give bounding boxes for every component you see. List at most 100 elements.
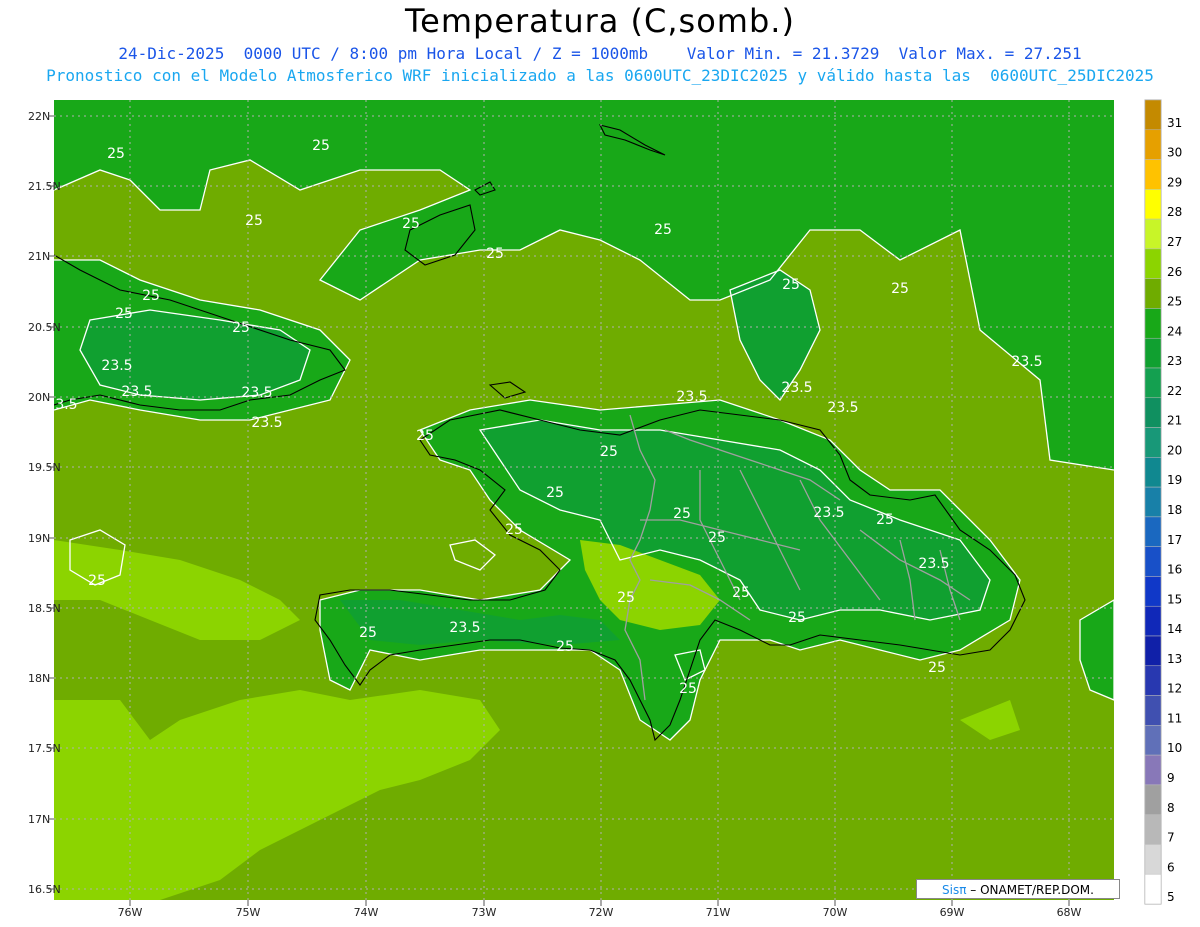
lon-tick-label: 68W <box>1057 906 1082 919</box>
contour-label: 25 <box>556 639 574 655</box>
lat-tick-label: 17N <box>28 813 50 826</box>
contour-label: 23.5 <box>676 389 707 405</box>
contour-label: 25 <box>245 213 263 229</box>
colorbar-label: 21 <box>1167 414 1182 428</box>
contour-label: 23.5 <box>918 556 949 572</box>
contour-label: 25 <box>928 660 946 676</box>
contour-label: 25 <box>107 146 125 162</box>
colorbar-swatch <box>1144 218 1162 250</box>
contour-label: 25 <box>115 306 133 322</box>
colorbar-label: 6 <box>1167 860 1175 874</box>
colorbar-swatch <box>1144 129 1162 160</box>
lat-tick-label: 20N <box>28 391 50 404</box>
contour-label: 25 <box>782 277 800 293</box>
colorbar-swatch <box>1144 397 1162 428</box>
temperature-field <box>54 100 1114 900</box>
contour-label: 25 <box>232 320 250 336</box>
lon-tick-label: 72W <box>589 906 614 919</box>
colorbar-label: 18 <box>1167 503 1182 517</box>
contour-label: 25 <box>546 485 564 501</box>
lat-tick-label: 16.5N <box>28 883 61 896</box>
colorbar-swatch <box>1144 278 1162 309</box>
contour-label: 25 <box>505 522 523 538</box>
contour-label: 25 <box>486 246 504 262</box>
colorbar: 31 30 29 28 27 26 25 24 23 22 21 20 19 18 17 16 15 14 13 12… <box>1144 99 1182 905</box>
colorbar-label: 12 <box>1167 682 1182 696</box>
contour-label: 25 <box>876 512 894 528</box>
contour-label: 23.5 <box>1011 354 1042 370</box>
colorbar-label: 17 <box>1167 533 1182 547</box>
colorbar-swatch <box>1144 665 1162 696</box>
colorbar-swatch <box>1144 844 1162 875</box>
colorbar-label: 19 <box>1167 473 1182 487</box>
colorbar-swatch <box>1144 635 1162 667</box>
lon-tick-label: 69W <box>940 906 965 919</box>
lat-tick-label: 18.5N <box>28 602 61 615</box>
colorbar-label: 11 <box>1167 711 1182 725</box>
colorbar-label: 9 <box>1167 771 1175 785</box>
colorbar-label: 14 <box>1167 622 1182 636</box>
contour-label: 23.5 <box>813 505 844 521</box>
colorbar-label: 28 <box>1167 205 1182 219</box>
lon-tick-label: 73W <box>472 906 497 919</box>
colorbar-label: 13 <box>1167 652 1182 666</box>
colorbar-swatch <box>1144 516 1162 547</box>
lat-tick-label: 21N <box>28 250 50 263</box>
colorbar-label: 31 <box>1167 116 1182 130</box>
colorbar-label: 7 <box>1167 831 1175 845</box>
colorbar-label: 25 <box>1167 295 1182 309</box>
longitude-axis: 76W 75W 74W 73W 72W 71W 70W 69W 68W <box>118 900 1082 919</box>
lat-tick-label: 22N <box>28 110 50 123</box>
colorbar-swatch <box>1144 576 1162 607</box>
contour-label: 23.5 <box>449 620 480 636</box>
contour-label: 25 <box>673 506 691 522</box>
colorbar-swatch <box>1144 605 1162 637</box>
lon-tick-label: 75W <box>236 906 261 919</box>
lat-tick-label: 20.5N <box>28 321 61 334</box>
colorbar-swatch <box>1144 725 1162 756</box>
colorbar-swatch <box>1144 873 1162 905</box>
contour-label: 25 <box>402 216 420 232</box>
colorbar-swatch <box>1144 546 1162 577</box>
lon-tick-label: 70W <box>823 906 848 919</box>
colorbar-swatch <box>1144 486 1162 518</box>
colorbar-label: 30 <box>1167 146 1182 160</box>
contour-label: 23.5 <box>241 385 272 401</box>
colorbar-label: 16 <box>1167 563 1182 577</box>
colorbar-label: 27 <box>1167 235 1182 249</box>
contour-label: 23.5 <box>46 397 77 413</box>
contour-label: 23.5 <box>251 415 282 431</box>
colorbar-label: 23 <box>1167 354 1182 368</box>
colorbar-label: 29 <box>1167 175 1182 189</box>
forecast-map: 25 25 25 25 25 25 25 23.5 23.5 23.5 23.5 23.5 25 25 25… <box>28 99 1182 919</box>
contour-label: 25 <box>732 585 750 601</box>
colorbar-swatch <box>1144 427 1162 458</box>
colorbar-swatch <box>1144 308 1162 339</box>
colorbar-label: 22 <box>1167 384 1182 398</box>
lon-tick-label: 71W <box>706 906 731 919</box>
contour-label: 25 <box>416 428 434 444</box>
lat-tick-label: 19N <box>28 532 50 545</box>
colorbar-label: 20 <box>1167 443 1182 457</box>
colorbar-swatch <box>1144 248 1162 279</box>
credit-text: – ONAMET/REP.DOM. <box>966 883 1094 897</box>
colorbar-label: 8 <box>1167 801 1175 815</box>
contour-label: 25 <box>891 281 909 297</box>
colorbar-swatch <box>1144 814 1162 845</box>
lon-tick-label: 74W <box>354 906 379 919</box>
contour-label: 25 <box>312 138 330 154</box>
lat-tick-label: 19.5N <box>28 461 61 474</box>
contour-label: 23.5 <box>121 384 152 400</box>
contour-label: 23.5 <box>827 400 858 416</box>
contour-label: 25 <box>142 288 160 304</box>
colorbar-label: 15 <box>1167 592 1182 606</box>
colorbar-label: 24 <box>1167 324 1182 338</box>
colorbar-swatch <box>1144 189 1162 220</box>
contour-label: 25 <box>708 530 726 546</box>
colorbar-swatch <box>1144 457 1162 488</box>
colorbar-swatch <box>1144 695 1162 726</box>
contour-label: 25 <box>617 590 635 606</box>
colorbar-label: 10 <box>1167 741 1182 755</box>
lat-tick-label: 18N <box>28 672 50 685</box>
contour-label: 25 <box>788 610 806 626</box>
